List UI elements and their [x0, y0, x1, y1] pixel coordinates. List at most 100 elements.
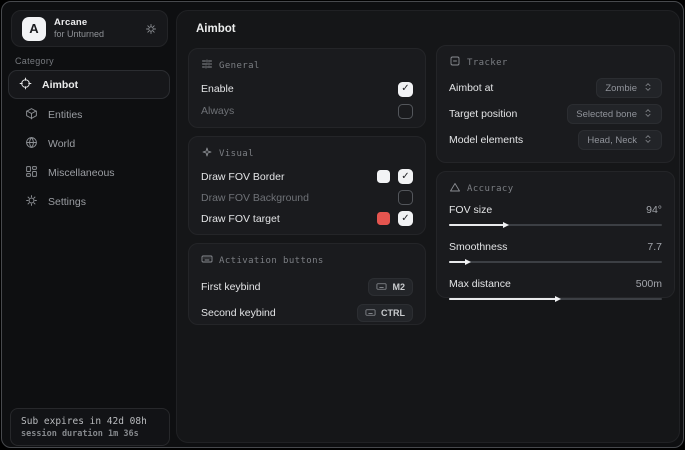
setting-row-fov-target: Draw FOV target	[201, 208, 413, 229]
chevrons-up-down-icon	[643, 108, 653, 121]
sidebar-nav: Aimbot Entities World Miscellaneous Sett…	[2, 70, 176, 216]
select-value: Head, Neck	[587, 135, 637, 146]
app-logo: A	[22, 17, 46, 41]
fov-border-checkbox[interactable]	[398, 169, 413, 184]
slider-labels: FOV size 94°	[449, 201, 662, 219]
general-panel-header: General	[201, 58, 413, 73]
setting-controls	[377, 190, 413, 205]
slider-fill	[449, 261, 466, 263]
slider-row-smoothness: Smoothness 7.7	[449, 238, 662, 266]
setting-row-second-keybind: Second keybind CTRL	[201, 301, 413, 325]
slider-thumb[interactable]	[503, 222, 509, 228]
accuracy-panel: Accuracy FOV size 94° Smoothness 7.7	[436, 171, 675, 298]
setting-row-aimbot-at: Aimbot at Zombie	[449, 75, 662, 101]
first-keybind-button[interactable]: M2	[368, 278, 413, 296]
sidebar-item-entities[interactable]: Entities	[8, 100, 170, 129]
dashboard-icon	[25, 165, 38, 181]
sidebar-item-label: Entities	[48, 109, 82, 121]
activation-panel-header: Activation buttons	[201, 253, 413, 268]
enable-checkbox[interactable]	[398, 82, 413, 97]
setting-label: Target position	[449, 108, 517, 120]
visual-panel-header: Visual	[201, 146, 413, 161]
sparkle-icon	[201, 146, 213, 161]
slider-thumb[interactable]	[555, 296, 561, 302]
smoothness-slider[interactable]	[449, 258, 662, 266]
brand-text: Arcane for Unturned	[54, 17, 104, 40]
setting-row-model-elements: Model elements Head, Neck	[449, 127, 662, 153]
fov-background-checkbox[interactable]	[398, 190, 413, 205]
setting-label: First keybind	[201, 281, 261, 293]
accuracy-panel-header: Accuracy	[449, 181, 662, 196]
setting-label: Draw FOV Background	[201, 192, 309, 204]
setting-label: Draw FOV target	[201, 213, 280, 225]
page-title: Aimbot	[196, 23, 236, 35]
setting-row-first-keybind: First keybind M2	[201, 275, 413, 299]
setting-label: FOV size	[449, 204, 492, 216]
keybind-value: CTRL	[381, 308, 405, 318]
slider-fill	[449, 298, 556, 300]
keyboard-icon	[365, 307, 376, 320]
select-value: Selected bone	[576, 109, 637, 120]
slider-thumb[interactable]	[465, 259, 471, 265]
panel-title: Tracker	[467, 58, 508, 68]
slider-fill	[449, 224, 504, 226]
main-content: Aimbot General Enable Always Visual	[176, 10, 680, 443]
setting-row-target-position: Target position Selected bone	[449, 101, 662, 127]
subscription-status-card: Sub expires in 42d 08h session duration …	[10, 408, 170, 446]
second-keybind-button[interactable]: CTRL	[357, 304, 413, 322]
setting-row-fov-border: Draw FOV Border	[201, 166, 413, 187]
fov-target-checkbox[interactable]	[398, 211, 413, 226]
setting-row-enable: Enable	[201, 78, 413, 100]
slider-row-max-distance: Max distance 500m	[449, 275, 662, 303]
slider-value: 7.7	[647, 241, 662, 253]
app-subtitle: for Unturned	[54, 29, 104, 40]
sidebar-item-world[interactable]: World	[8, 129, 170, 158]
target-position-select[interactable]: Selected bone	[567, 104, 662, 124]
slider-track	[449, 261, 662, 263]
crosshair-icon	[19, 77, 32, 93]
app-title: Arcane	[54, 17, 104, 29]
keybind-value: M2	[392, 282, 405, 292]
box-minus-icon	[449, 55, 461, 70]
setting-label: Smoothness	[449, 241, 507, 253]
app-window: A Arcane for Unturned Category Aimbot En…	[1, 1, 684, 448]
gear-icon	[25, 194, 38, 210]
setting-label: Aimbot at	[449, 82, 493, 94]
sidebar: A Arcane for Unturned Category Aimbot En…	[2, 2, 176, 447]
setting-label: Model elements	[449, 134, 523, 146]
session-duration-text: session duration 1m 36s	[21, 429, 159, 439]
panel-title: Visual	[219, 149, 254, 159]
fov-size-slider[interactable]	[449, 221, 662, 229]
always-checkbox[interactable]	[398, 104, 413, 119]
tracker-panel: Tracker Aimbot at Zombie Target position…	[436, 45, 675, 163]
setting-label: Second keybind	[201, 307, 276, 319]
setting-label: Max distance	[449, 278, 511, 290]
triangle-icon	[449, 181, 461, 196]
category-label: Category	[15, 56, 54, 66]
max-distance-slider[interactable]	[449, 295, 662, 303]
settings-gear-icon[interactable]	[145, 23, 157, 35]
setting-controls	[377, 169, 413, 184]
select-value: Zombie	[605, 83, 637, 94]
sliders-icon	[201, 58, 213, 73]
sidebar-item-settings[interactable]: Settings	[8, 187, 170, 216]
visual-panel: Visual Draw FOV Border Draw FOV Backgrou…	[188, 136, 426, 235]
keyboard-icon	[376, 281, 387, 294]
color-swatch[interactable]	[377, 170, 390, 183]
sidebar-item-miscellaneous[interactable]: Miscellaneous	[8, 158, 170, 187]
model-elements-select[interactable]: Head, Neck	[578, 130, 662, 150]
color-swatch[interactable]	[377, 212, 390, 225]
slider-labels: Max distance 500m	[449, 275, 662, 293]
setting-row-fov-background: Draw FOV Background	[201, 187, 413, 208]
sidebar-item-label: Settings	[48, 196, 86, 208]
panel-title: Accuracy	[467, 184, 514, 194]
setting-label: Always	[201, 105, 234, 117]
chevrons-up-down-icon	[643, 82, 653, 95]
sidebar-item-aimbot[interactable]: Aimbot	[8, 70, 170, 99]
panel-title: General	[219, 61, 260, 71]
aimbot-at-select[interactable]: Zombie	[596, 78, 662, 98]
sub-expiry-text: Sub expires in 42d 08h	[21, 416, 159, 427]
sidebar-item-label: Miscellaneous	[48, 167, 115, 179]
general-panel: General Enable Always	[188, 48, 426, 128]
cube-icon	[25, 107, 38, 123]
